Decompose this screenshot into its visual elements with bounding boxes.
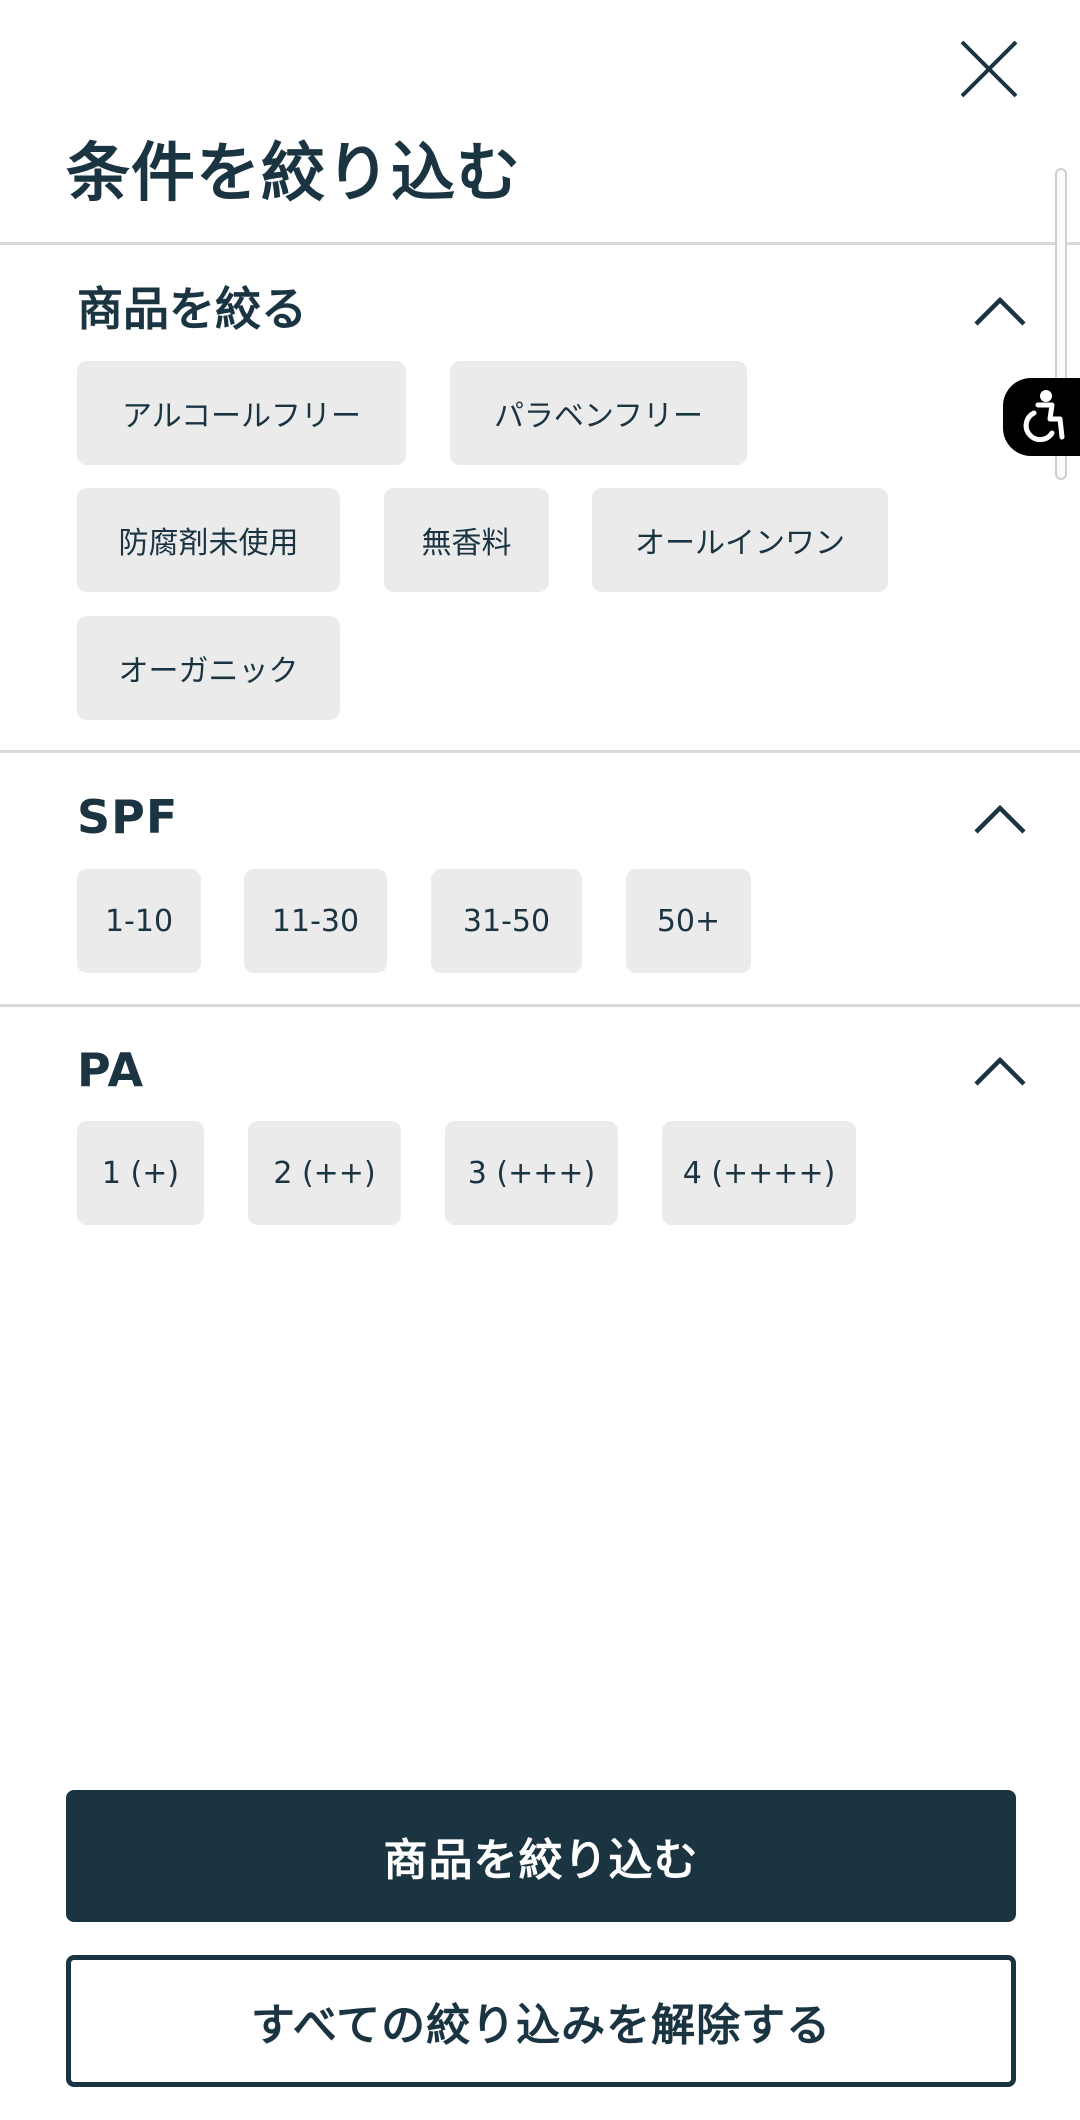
divider [0, 1004, 1080, 1007]
section-title-product: 商品を絞る [77, 282, 307, 336]
accessibility-button[interactable] [1003, 378, 1080, 456]
filter-chip-pa-4[interactable]: 4 (++++) [662, 1121, 856, 1225]
chevron-up-icon [974, 804, 1026, 834]
chevron-up-icon [974, 1056, 1026, 1086]
filter-chip-spf-11-30[interactable]: 11-30 [244, 869, 387, 973]
divider [0, 242, 1080, 245]
filter-chip-spf-31-50[interactable]: 31-50 [431, 869, 582, 973]
filter-chip-fragrance-free[interactable]: 無香料 [384, 488, 549, 592]
filter-chip-spf-1-10[interactable]: 1-10 [77, 869, 201, 973]
filter-panel: 条件を絞り込む 商品を絞る アルコールフリー パラベンフリー 防腐剤未使用 無香… [0, 0, 1080, 2120]
filter-chip-spf-50-plus[interactable]: 50+ [626, 869, 751, 973]
filter-chip-pa-1[interactable]: 1 (+) [77, 1121, 204, 1225]
filter-chip-all-in-one[interactable]: オールインワン [592, 488, 888, 592]
section-toggle-pa[interactable] [970, 1052, 1030, 1092]
filter-chip-preservative-free[interactable]: 防腐剤未使用 [77, 488, 340, 592]
close-button[interactable] [950, 30, 1028, 108]
section-title-spf: SPF [77, 790, 179, 844]
filter-chip-pa-3[interactable]: 3 (+++) [445, 1121, 618, 1225]
clear-filters-button[interactable]: すべての絞り込みを解除する [66, 1955, 1016, 2087]
chevron-up-icon [974, 296, 1026, 326]
apply-filters-button[interactable]: 商品を絞り込む [66, 1790, 1016, 1922]
filter-chip-alcohol-free[interactable]: アルコールフリー [77, 361, 406, 465]
section-toggle-spf[interactable] [970, 800, 1030, 840]
accessibility-icon [1023, 390, 1064, 443]
filter-chip-organic[interactable]: オーガニック [77, 616, 340, 720]
filter-chip-paraben-free[interactable]: パラベンフリー [450, 361, 747, 465]
filter-chip-pa-2[interactable]: 2 (++) [248, 1121, 401, 1225]
close-icon [960, 40, 1018, 98]
page-title: 条件を絞り込む [66, 137, 521, 211]
section-toggle-product[interactable] [970, 292, 1030, 332]
divider [0, 750, 1080, 753]
section-title-pa: PA [77, 1043, 145, 1097]
